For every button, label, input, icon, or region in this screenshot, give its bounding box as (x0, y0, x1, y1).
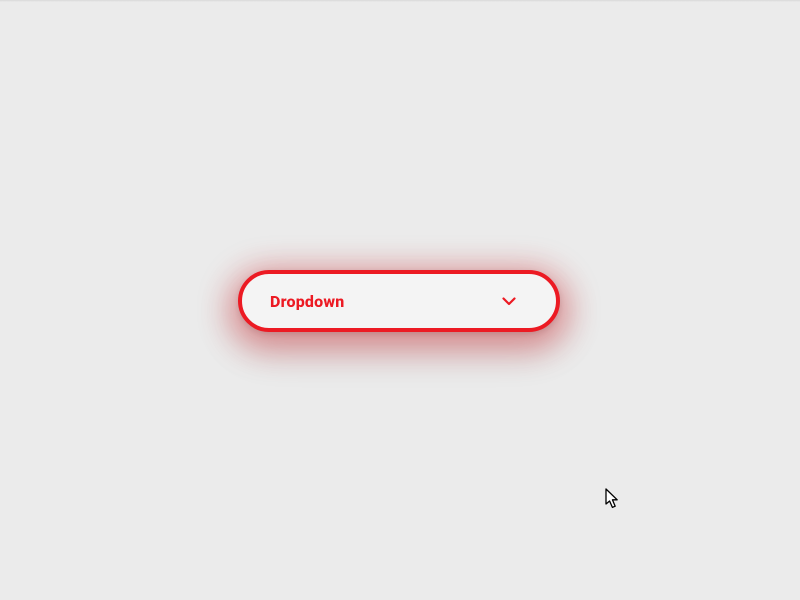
dropdown-label: Dropdown (270, 292, 344, 311)
chevron-down-icon (502, 294, 516, 308)
dropdown-button[interactable]: Dropdown (238, 270, 560, 332)
window-top-edge (0, 0, 800, 2)
mouse-cursor-icon (605, 488, 621, 510)
